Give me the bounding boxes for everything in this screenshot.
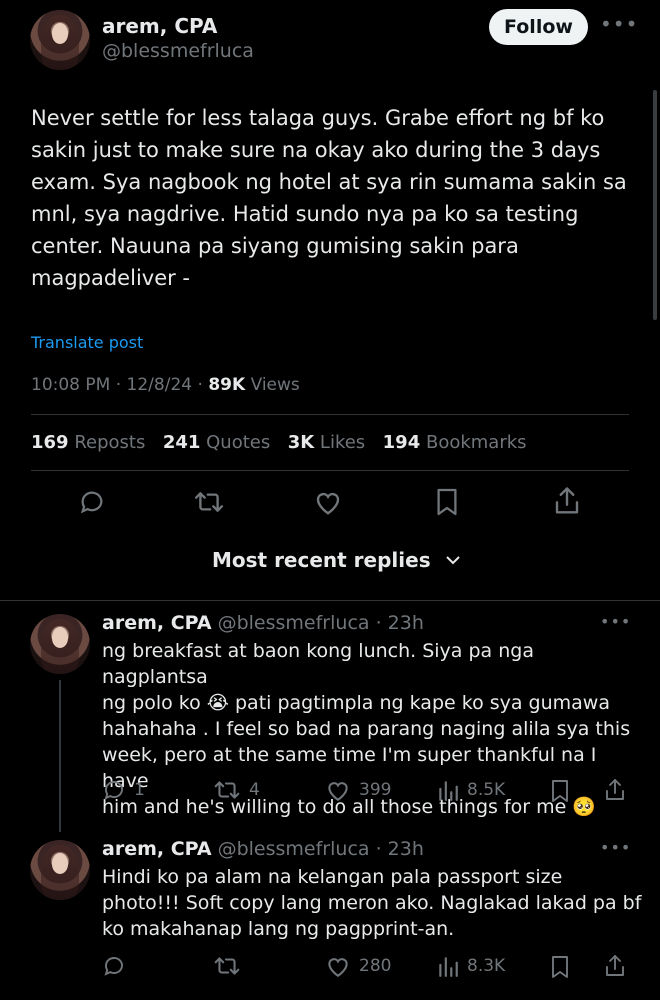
engagement-stats: 169 Reposts 241 Quotes 3K Likes 194 Book… bbox=[31, 432, 527, 453]
repost-button[interactable]: 4 bbox=[213, 778, 260, 802]
more-icon[interactable]: ••• bbox=[600, 12, 638, 36]
share-icon[interactable] bbox=[553, 486, 581, 516]
scrollbar-thumb[interactable] bbox=[653, 90, 657, 320]
like-button[interactable]: 399 bbox=[325, 778, 391, 802]
repost-icon[interactable] bbox=[193, 488, 225, 516]
bookmarks-label: Bookmarks bbox=[425, 432, 527, 453]
reply-icon bbox=[102, 778, 126, 802]
views-count: 89K bbox=[208, 375, 246, 395]
bookmarks-stat[interactable]: 194 Bookmarks bbox=[383, 432, 527, 453]
repost-button[interactable] bbox=[213, 954, 249, 978]
avatar-face-shape bbox=[51, 853, 69, 874]
repost-icon bbox=[213, 778, 241, 802]
likes-count: 3K bbox=[287, 432, 315, 453]
avatar-face-shape bbox=[51, 23, 69, 44]
post-time[interactable]: 10:08 PM bbox=[31, 375, 110, 395]
reply-button[interactable] bbox=[102, 954, 134, 978]
more-icon[interactable]: ••• bbox=[600, 838, 631, 857]
reply-avatar[interactable] bbox=[30, 614, 90, 674]
reply-header: arem, CPA @blessmefrluca · 23h bbox=[102, 838, 424, 860]
reply-icon[interactable] bbox=[78, 488, 106, 516]
like-button[interactable]: 280 bbox=[325, 954, 391, 978]
reply-views-count: 8.3K bbox=[467, 956, 506, 976]
reposts-label: Reposts bbox=[74, 432, 146, 453]
post-text: Never settle for less talaga guys. Grabe… bbox=[31, 106, 627, 290]
like-icon bbox=[325, 954, 351, 978]
post-date[interactable]: 12/8/24 bbox=[127, 375, 193, 395]
quotes-count: 241 bbox=[162, 432, 201, 453]
replies-sort-label: Most recent replies bbox=[212, 548, 431, 572]
meta-separator: · bbox=[115, 375, 127, 395]
reply-header: arem, CPA @blessmefrluca · 23h bbox=[102, 612, 424, 634]
views-button[interactable]: 8.5K bbox=[437, 778, 505, 802]
bookmark-icon[interactable] bbox=[435, 487, 459, 517]
share-icon[interactable] bbox=[604, 778, 626, 802]
reposts-stat[interactable]: 169 Reposts bbox=[31, 432, 145, 453]
divider bbox=[31, 470, 629, 471]
author-avatar[interactable] bbox=[30, 10, 90, 70]
views-icon bbox=[437, 778, 459, 802]
author-handle[interactable]: @blessmefrluca bbox=[102, 40, 254, 62]
reply-author-name[interactable]: arem, CPA bbox=[102, 612, 212, 634]
reply-time[interactable]: 23h bbox=[388, 612, 424, 634]
thread-connector-line bbox=[59, 680, 61, 832]
bookmark-icon[interactable] bbox=[550, 779, 570, 803]
reply-text: Hindi ko pa alam na kelangan pala passpo… bbox=[102, 866, 642, 940]
avatar-face-shape bbox=[51, 627, 69, 648]
likes-stat[interactable]: 3K Likes bbox=[288, 432, 365, 453]
bookmarks-count: 194 bbox=[382, 432, 421, 453]
reply-replies-count: 1 bbox=[134, 780, 145, 800]
divider bbox=[31, 414, 629, 415]
like-icon[interactable] bbox=[313, 488, 343, 516]
follow-button[interactable]: Follow bbox=[489, 9, 588, 45]
meta-separator: · bbox=[197, 375, 209, 395]
reply-time[interactable]: 23h bbox=[388, 838, 424, 860]
views-label: Views bbox=[250, 375, 300, 395]
divider bbox=[0, 600, 660, 601]
like-icon bbox=[325, 778, 351, 802]
chevron-down-icon bbox=[445, 555, 461, 565]
author-name[interactable]: arem, CPA bbox=[102, 14, 217, 38]
meta-separator: · bbox=[369, 612, 388, 634]
quotes-stat[interactable]: 241 Quotes bbox=[163, 432, 270, 453]
reply-likes-count: 280 bbox=[359, 956, 392, 976]
likes-label: Likes bbox=[319, 432, 366, 453]
translate-post-link[interactable]: Translate post bbox=[31, 333, 143, 352]
reply-views-count: 8.5K bbox=[467, 780, 506, 800]
replies-sort-dropdown[interactable]: Most recent replies bbox=[212, 548, 461, 572]
quotes-label: Quotes bbox=[206, 432, 271, 453]
bookmark-icon[interactable] bbox=[550, 955, 570, 979]
reply-author-handle[interactable]: @blessmefrluca bbox=[218, 838, 370, 860]
reply-author-handle[interactable]: @blessmefrluca bbox=[218, 612, 370, 634]
share-icon[interactable] bbox=[604, 954, 626, 978]
reply-button[interactable]: 1 bbox=[102, 778, 145, 802]
reply-icon bbox=[102, 954, 126, 978]
repost-icon bbox=[213, 954, 241, 978]
reply-author-name[interactable]: arem, CPA bbox=[102, 838, 212, 860]
reply-likes-count: 399 bbox=[359, 780, 392, 800]
more-icon[interactable]: ••• bbox=[600, 612, 631, 631]
reply-avatar[interactable] bbox=[30, 840, 90, 900]
views-button[interactable]: 8.3K bbox=[437, 954, 505, 978]
reply-reposts-count: 4 bbox=[249, 780, 260, 800]
meta-separator: · bbox=[369, 838, 388, 860]
reposts-count: 169 bbox=[31, 432, 69, 453]
views-icon bbox=[437, 954, 459, 978]
post-meta: 10:08 PM · 12/8/24 · 89K Views bbox=[31, 375, 300, 395]
